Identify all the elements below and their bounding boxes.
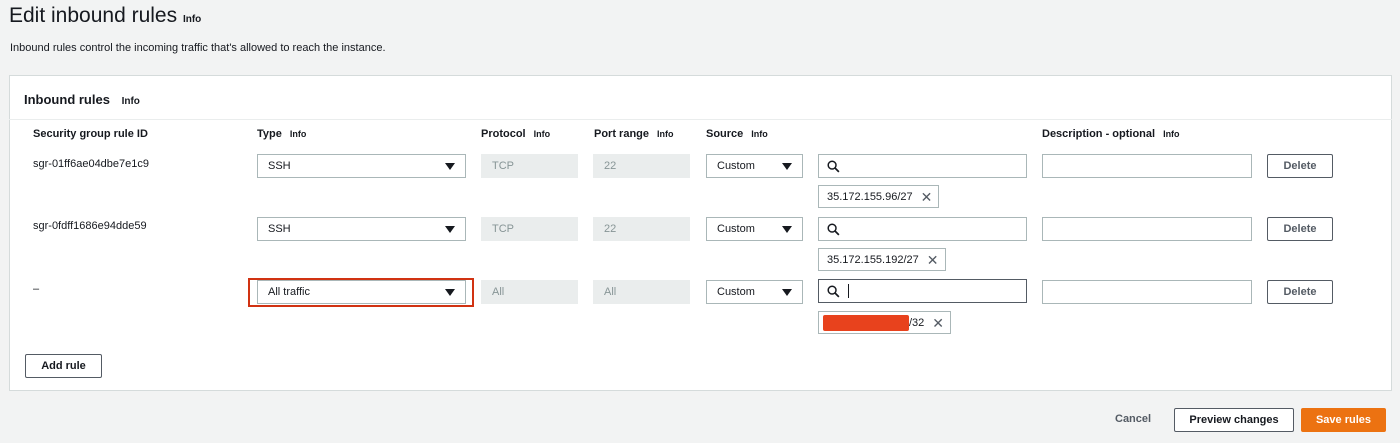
type-value: All traffic xyxy=(268,286,310,298)
source-value: Custom xyxy=(717,286,755,298)
rule-id: – xyxy=(33,283,40,295)
source-value: Custom xyxy=(717,160,755,172)
col-description-info[interactable]: Info xyxy=(1163,129,1180,139)
port-range-field: 22 xyxy=(593,154,690,178)
col-type-label: Type xyxy=(257,128,282,140)
col-rule-id: Security group rule ID xyxy=(33,128,148,140)
rule-id: sgr-01ff6ae04dbe7e1c9 xyxy=(33,158,150,170)
col-source: Source Info xyxy=(706,128,768,140)
search-icon xyxy=(827,159,840,172)
protocol-field: TCP xyxy=(481,154,578,178)
type-value: SSH xyxy=(268,223,291,235)
cidr-token: 35.172.155.192/27 ✕ xyxy=(818,248,946,271)
col-port-range: Port range Info xyxy=(594,128,674,140)
port-range-field: All xyxy=(593,280,690,304)
cidr-token: /32 ✕ xyxy=(818,311,952,334)
col-description: Description - optional Info xyxy=(1042,128,1180,140)
save-rules-button[interactable]: Save rules xyxy=(1301,408,1386,432)
page-subtitle: Inbound rules control the incoming traff… xyxy=(10,42,386,54)
cidr-search-input[interactable] xyxy=(818,217,1027,241)
page-title: Edit inbound rules Info xyxy=(9,4,201,28)
col-port-label: Port range xyxy=(594,128,650,140)
source-select[interactable]: Custom xyxy=(706,154,803,178)
delete-button[interactable]: Delete xyxy=(1267,154,1333,178)
col-type-info[interactable]: Info xyxy=(290,129,307,139)
cidr-token-value: 35.172.155.192/27 xyxy=(827,253,919,266)
type-value: SSH xyxy=(268,160,291,172)
source-select[interactable]: Custom xyxy=(706,217,803,241)
col-protocol-info[interactable]: Info xyxy=(534,129,551,139)
search-icon xyxy=(827,284,840,297)
port-range-field: 22 xyxy=(593,217,690,241)
caret-down-icon xyxy=(445,225,455,233)
description-input[interactable] xyxy=(1042,154,1252,178)
source-value: Custom xyxy=(717,223,755,235)
col-source-label: Source xyxy=(706,128,744,140)
panel-title: Inbound rules Info xyxy=(24,92,140,107)
delete-button[interactable]: Delete xyxy=(1267,280,1333,304)
protocol-field: TCP xyxy=(481,217,578,241)
type-select[interactable]: SSH xyxy=(257,154,466,178)
caret-down-icon xyxy=(445,162,455,170)
panel-title-text: Inbound rules xyxy=(24,92,110,107)
col-protocol-label: Protocol xyxy=(481,128,526,140)
preview-changes-button[interactable]: Preview changes xyxy=(1174,408,1294,432)
protocol-field: All xyxy=(481,280,578,304)
col-type: Type Info xyxy=(257,128,306,140)
close-icon[interactable]: ✕ xyxy=(932,316,944,330)
cancel-button[interactable]: Cancel xyxy=(1115,413,1151,425)
cidr-token-value: /32 xyxy=(909,316,925,329)
delete-button[interactable]: Delete xyxy=(1267,217,1333,241)
close-icon[interactable]: ✕ xyxy=(921,190,933,204)
panel-info-link[interactable]: Info xyxy=(122,96,140,107)
cidr-token: 35.172.155.96/27 ✕ xyxy=(818,185,940,208)
col-description-label: Description - optional xyxy=(1042,128,1156,140)
caret-down-icon xyxy=(782,288,792,296)
description-input[interactable] xyxy=(1042,280,1252,304)
col-port-info[interactable]: Info xyxy=(657,129,674,139)
source-select[interactable]: Custom xyxy=(706,280,803,304)
col-protocol: Protocol Info xyxy=(481,128,550,140)
close-icon[interactable]: ✕ xyxy=(927,253,939,267)
caret-down-icon xyxy=(782,225,792,233)
caret-down-icon xyxy=(782,162,792,170)
cidr-search-input[interactable] xyxy=(818,279,1027,303)
description-input[interactable] xyxy=(1042,217,1252,241)
rule-id: sgr-0fdff1686e94dde59 xyxy=(33,220,147,232)
col-source-info[interactable]: Info xyxy=(751,129,768,139)
cidr-search-input[interactable] xyxy=(818,154,1027,178)
search-icon xyxy=(827,222,840,235)
type-select[interactable]: SSH xyxy=(257,217,466,241)
page-info-link[interactable]: Info xyxy=(183,14,201,25)
text-cursor xyxy=(848,284,849,298)
caret-down-icon xyxy=(445,288,455,296)
panel-header xyxy=(9,75,1392,120)
add-rule-button[interactable]: Add rule xyxy=(25,354,102,378)
page-title-text: Edit inbound rules xyxy=(9,4,178,27)
type-select[interactable]: All traffic xyxy=(257,280,466,304)
redaction-mark xyxy=(823,314,909,331)
cidr-token-value: 35.172.155.96/27 xyxy=(827,190,913,203)
